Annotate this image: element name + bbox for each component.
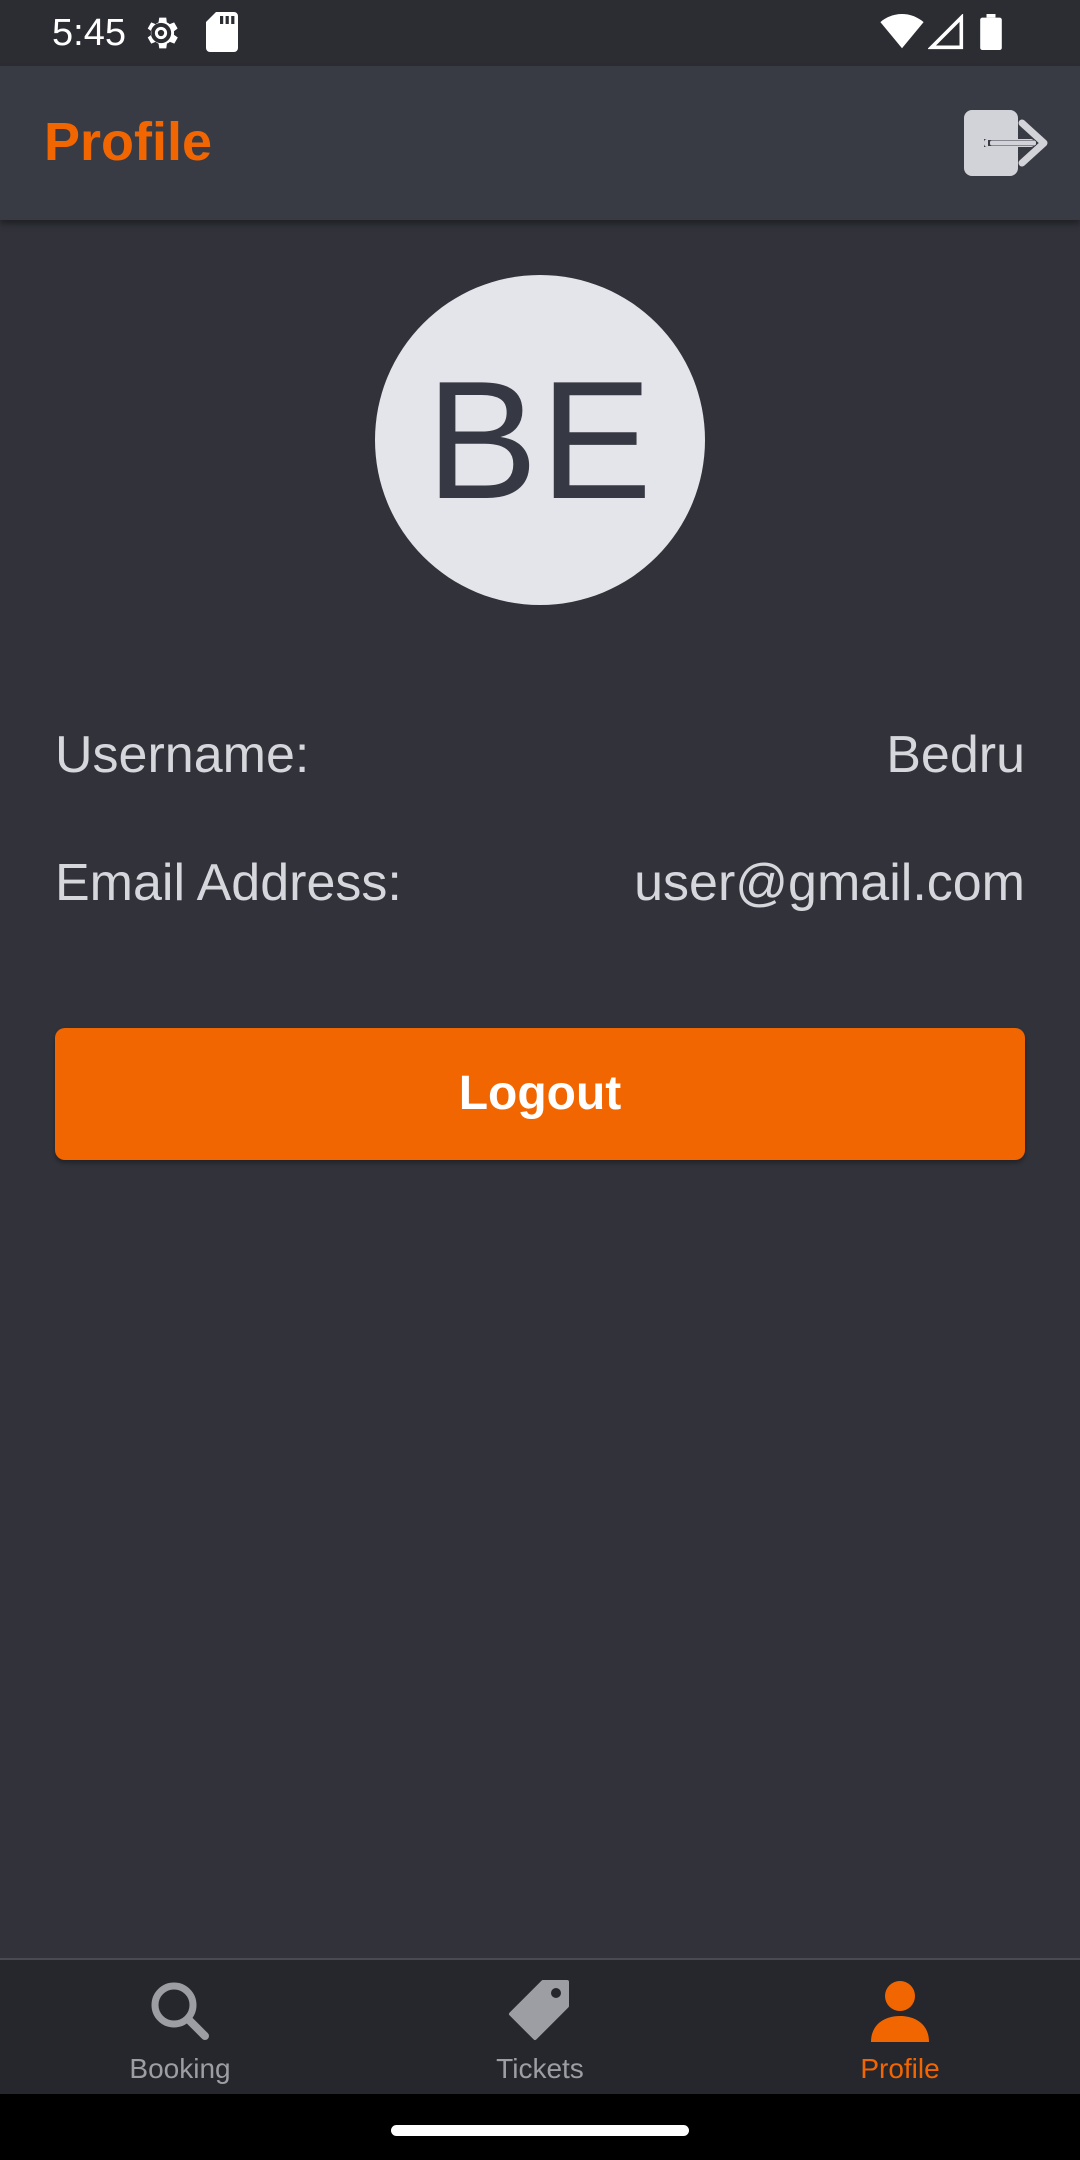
nav-item-profile[interactable]: Profile xyxy=(780,1960,1020,2096)
email-label: Email Address: xyxy=(55,854,402,912)
gesture-bar xyxy=(0,2094,1080,2160)
settings-gear-icon xyxy=(140,12,182,59)
battery-icon xyxy=(980,14,1002,55)
avatar: BE xyxy=(375,275,705,605)
nav-label-profile: Profile xyxy=(860,2053,940,2084)
app-bar: Profile xyxy=(0,66,1080,220)
bottom-nav: Booking Tickets Profile xyxy=(0,1958,1080,2096)
home-gesture-handle[interactable] xyxy=(391,2125,689,2136)
nav-item-tickets[interactable]: Tickets xyxy=(420,1960,660,2096)
person-icon xyxy=(865,1976,935,2046)
email-value: user@gmail.com xyxy=(634,854,1025,912)
username-row: Username: Bedru xyxy=(55,715,1025,795)
wifi-icon xyxy=(880,14,924,55)
logout-icon[interactable] xyxy=(960,106,1050,180)
tag-icon xyxy=(505,1976,575,2046)
username-label: Username: xyxy=(55,726,310,784)
nav-item-booking[interactable]: Booking xyxy=(60,1960,300,2096)
profile-screen: 5:45 Profile BE Username: Bedru Email Ad… xyxy=(0,0,1080,2160)
logout-button[interactable]: Logout xyxy=(55,1028,1025,1160)
nav-label-tickets: Tickets xyxy=(496,2053,584,2084)
status-time: 5:45 xyxy=(52,12,126,54)
username-value: Bedru xyxy=(886,726,1025,784)
sd-card-icon xyxy=(206,12,238,57)
search-icon xyxy=(145,1976,215,2046)
page-title: Profile xyxy=(44,112,213,172)
cell-signal-icon xyxy=(927,13,964,55)
email-row: Email Address: user@gmail.com xyxy=(55,843,1025,923)
nav-label-booking: Booking xyxy=(129,2053,231,2084)
status-bar: 5:45 xyxy=(0,0,1080,66)
